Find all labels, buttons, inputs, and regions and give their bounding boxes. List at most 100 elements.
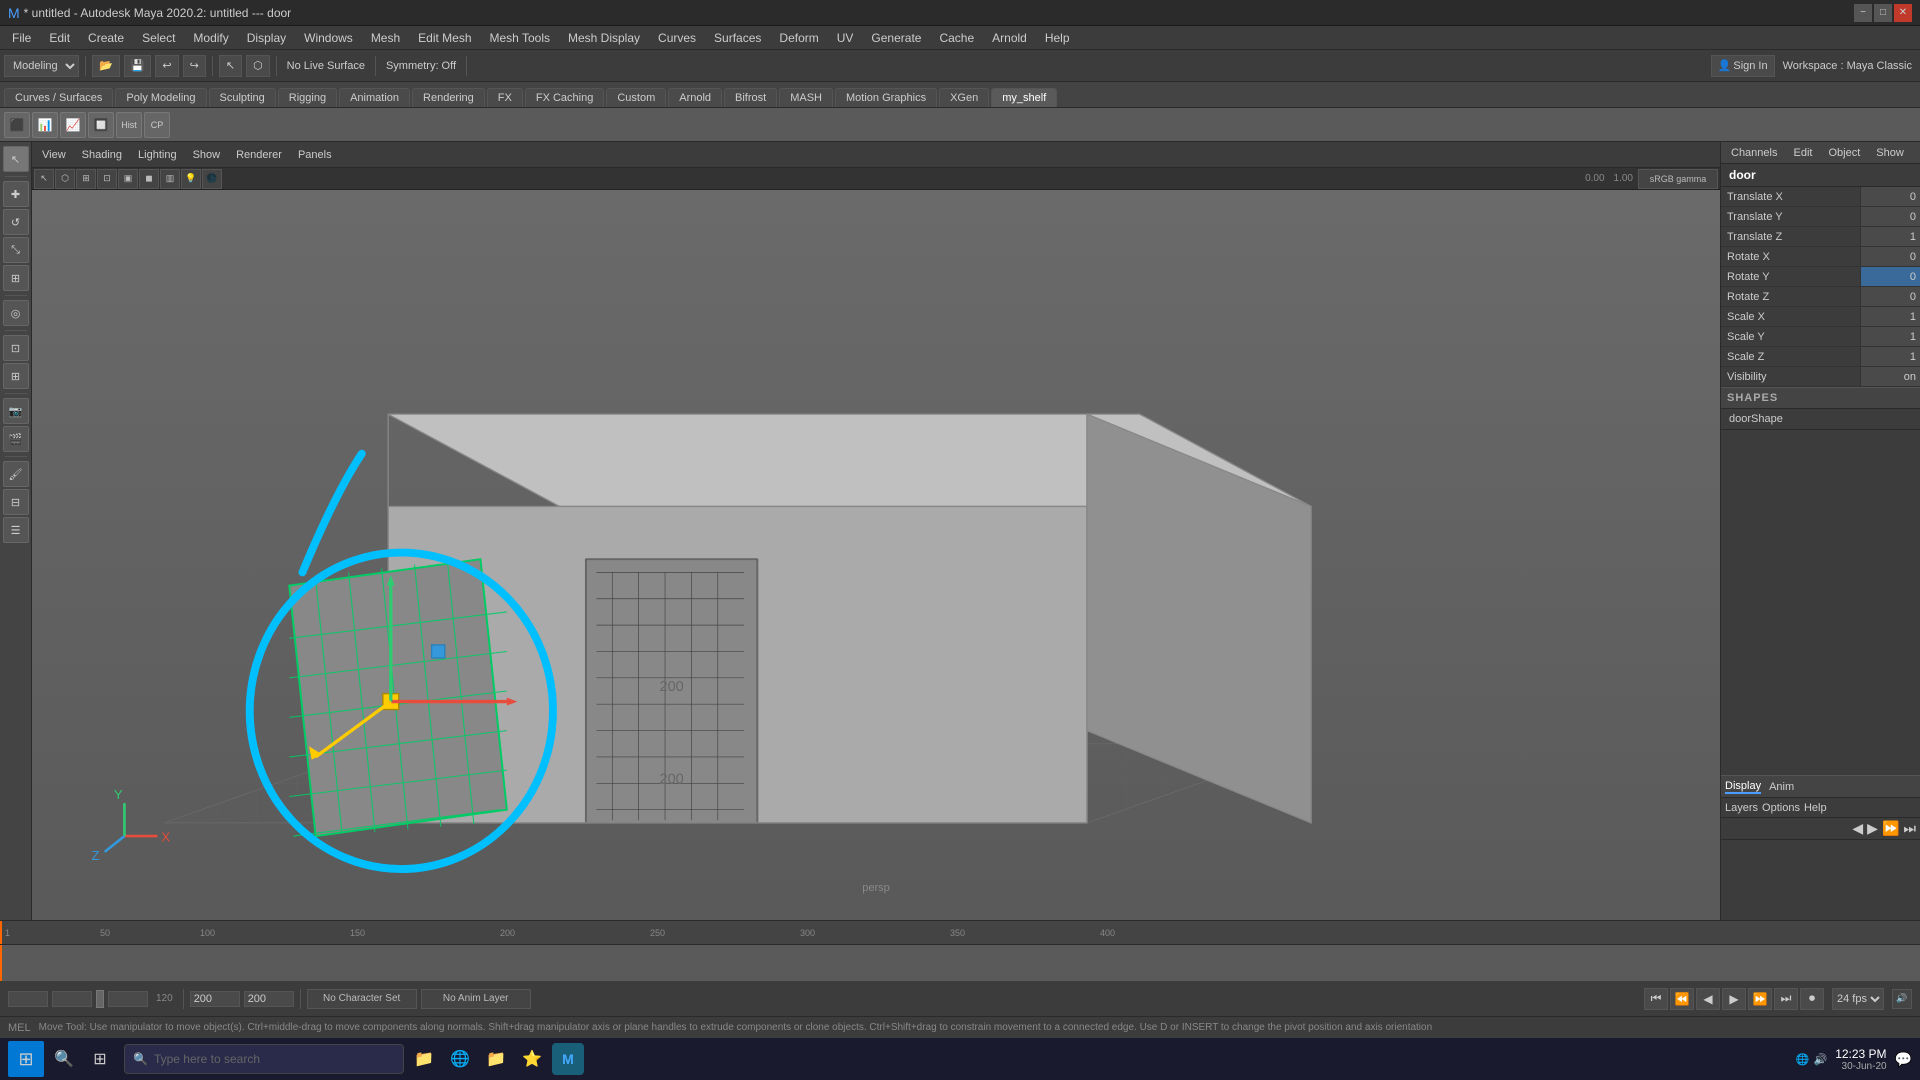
close-button[interactable]: ✕ — [1894, 4, 1912, 22]
menu-mesh-tools[interactable]: Mesh Tools — [482, 29, 558, 47]
taskbar-store[interactable]: ⭐ — [516, 1043, 548, 1075]
gamma-select[interactable]: sRGB gamma — [1638, 169, 1718, 189]
taskbar-file-explorer[interactable]: 📁 — [408, 1043, 440, 1075]
options-option[interactable]: Options — [1762, 802, 1800, 814]
go-end-button[interactable]: ⏭ — [1774, 988, 1798, 1010]
snapping-tool[interactable]: ⊡ — [3, 335, 29, 361]
vp-smooth-icon[interactable]: ◼ — [139, 169, 159, 189]
scale-tool[interactable]: ⤡ — [3, 237, 29, 263]
anim-tab[interactable]: Anim — [1769, 781, 1794, 793]
layer-expand-button[interactable]: ⏩ — [1882, 820, 1899, 837]
channel-value-8[interactable]: 1 — [1860, 347, 1920, 366]
menu-curves[interactable]: Curves — [650, 29, 704, 47]
title-controls[interactable]: − □ ✕ — [1854, 4, 1912, 22]
undo-button[interactable]: ↩ — [155, 55, 178, 77]
anim-end-input[interactable] — [190, 991, 240, 1007]
menu-select[interactable]: Select — [134, 29, 183, 47]
shelf-tab-curves-surfaces[interactable]: Curves / Surfaces — [4, 88, 113, 107]
rotate-tool[interactable]: ↺ — [3, 209, 29, 235]
notification-icon[interactable]: 💬 — [1895, 1051, 1912, 1068]
menu-file[interactable]: File — [4, 29, 39, 47]
range-start-input[interactable] — [8, 991, 48, 1007]
menu-uv[interactable]: UV — [829, 29, 862, 47]
select-tool-button[interactable]: ↖ — [219, 55, 242, 77]
shelf-tab-animation[interactable]: Animation — [339, 88, 410, 107]
taskbar-maya-icon[interactable]: M — [552, 1043, 584, 1075]
shelf-tab-rendering[interactable]: Rendering — [412, 88, 485, 107]
vp-wireframe-icon[interactable]: ▣ — [118, 169, 138, 189]
object-tab[interactable]: Object — [1822, 145, 1866, 161]
shelf-tab-fx-caching[interactable]: FX Caching — [525, 88, 604, 107]
taskbar-edge[interactable]: 🌐 — [444, 1043, 476, 1075]
shelf-icon-hist[interactable]: Hist — [116, 112, 142, 138]
vp-select-icon[interactable]: ↖ — [34, 169, 54, 189]
channel-value-0[interactable]: 0 — [1860, 187, 1920, 206]
menu-generate[interactable]: Generate — [863, 29, 929, 47]
menu-edit-mesh[interactable]: Edit Mesh — [410, 29, 479, 47]
save-button[interactable]: 💾 — [124, 55, 152, 77]
channel-value-6[interactable]: 1 — [1860, 307, 1920, 326]
go-start-button[interactable]: ⏮ — [1644, 988, 1668, 1010]
help-option[interactable]: Help — [1804, 802, 1827, 814]
next-frame-button[interactable]: ⏩ — [1748, 988, 1772, 1010]
display-tab[interactable]: Display — [1725, 780, 1761, 794]
shelf-tab-my-shelf[interactable]: my_shelf — [991, 88, 1057, 107]
shelf-tab-mash[interactable]: MASH — [779, 88, 833, 107]
anim-layer-dropdown[interactable]: No Anim Layer — [421, 989, 531, 1009]
layer-add-button[interactable]: ⏭ — [1903, 820, 1916, 837]
shelf-icon-cp[interactable]: CP — [144, 112, 170, 138]
vp-snap-icon[interactable]: ⊡ — [97, 169, 117, 189]
menu-arnold[interactable]: Arnold — [984, 29, 1035, 47]
redo-button[interactable]: ↪ — [183, 55, 206, 77]
paint-tool[interactable]: 🖌 — [3, 461, 29, 487]
lasso-select-button[interactable]: ⬡ — [246, 55, 270, 77]
camera-tool[interactable]: 📷 — [3, 398, 29, 424]
timeline-ruler[interactable]: 1 50 100 150 200 250 300 350 400 — [0, 921, 1920, 945]
menu-edit[interactable]: Edit — [41, 29, 78, 47]
menu-deform[interactable]: Deform — [771, 29, 826, 47]
maximize-button[interactable]: □ — [1874, 4, 1892, 22]
shelf-icon-2[interactable]: 📊 — [32, 112, 58, 138]
shelf-tab-arnold[interactable]: Arnold — [668, 88, 722, 107]
move-tool[interactable]: ✚ — [3, 181, 29, 207]
channel-value-7[interactable]: 1 — [1860, 327, 1920, 346]
shelf-tab-custom[interactable]: Custom — [606, 88, 666, 107]
viewport-canvas[interactable]: 200 200 — [32, 190, 1720, 920]
layout-tool[interactable]: ⊟ — [3, 489, 29, 515]
record-button[interactable]: ⏺ — [1800, 988, 1824, 1010]
layer-prev-button[interactable]: ◀ — [1852, 820, 1863, 837]
edit-tab[interactable]: Edit — [1787, 145, 1818, 161]
menu-modify[interactable]: Modify — [185, 29, 236, 47]
vp-menu-panels[interactable]: Panels — [292, 147, 338, 163]
list-tool[interactable]: ☰ — [3, 517, 29, 543]
channel-value-5[interactable]: 0 — [1860, 287, 1920, 306]
maya-3d-scene[interactable]: 200 200 — [32, 190, 1720, 902]
channel-value-3[interactable]: 0 — [1860, 247, 1920, 266]
taskbar-search-icon[interactable]: 🔍 — [48, 1043, 80, 1075]
timeline-scrub[interactable] — [0, 945, 1920, 981]
menu-windows[interactable]: Windows — [296, 29, 361, 47]
soft-select-tool[interactable]: ◎ — [3, 300, 29, 326]
char-set-dropdown[interactable]: No Character Set — [307, 989, 417, 1009]
shelf-tab-poly-modeling[interactable]: Poly Modeling — [115, 88, 206, 107]
start-button[interactable]: ⊞ — [8, 1041, 44, 1077]
menu-display[interactable]: Display — [239, 29, 294, 47]
select-tool[interactable]: ↖ — [3, 146, 29, 172]
menu-help[interactable]: Help — [1037, 29, 1078, 47]
shelf-icon-1[interactable]: ⬛ — [4, 112, 30, 138]
vp-menu-lighting[interactable]: Lighting — [132, 147, 183, 163]
playhead[interactable] — [0, 921, 2, 944]
layers-option[interactable]: Layers — [1725, 802, 1758, 814]
fps-select[interactable]: 24 fps 30 fps — [1832, 988, 1884, 1010]
vp-shadow-icon[interactable]: 🌑 — [202, 169, 222, 189]
snap-grid-tool[interactable]: ⊞ — [3, 363, 29, 389]
mode-select[interactable]: Modeling — [4, 55, 79, 77]
channel-value-1[interactable]: 0 — [1860, 207, 1920, 226]
search-bar[interactable]: 🔍 Type here to search — [124, 1044, 404, 1074]
shelf-icon-3[interactable]: 📈 — [60, 112, 86, 138]
sign-in-button[interactable]: 👤 Sign In — [1711, 55, 1775, 77]
menu-create[interactable]: Create — [80, 29, 132, 47]
show-tab[interactable]: Show — [1870, 145, 1910, 161]
transform-tool[interactable]: ⊞ — [3, 265, 29, 291]
menu-mesh[interactable]: Mesh — [363, 29, 408, 47]
